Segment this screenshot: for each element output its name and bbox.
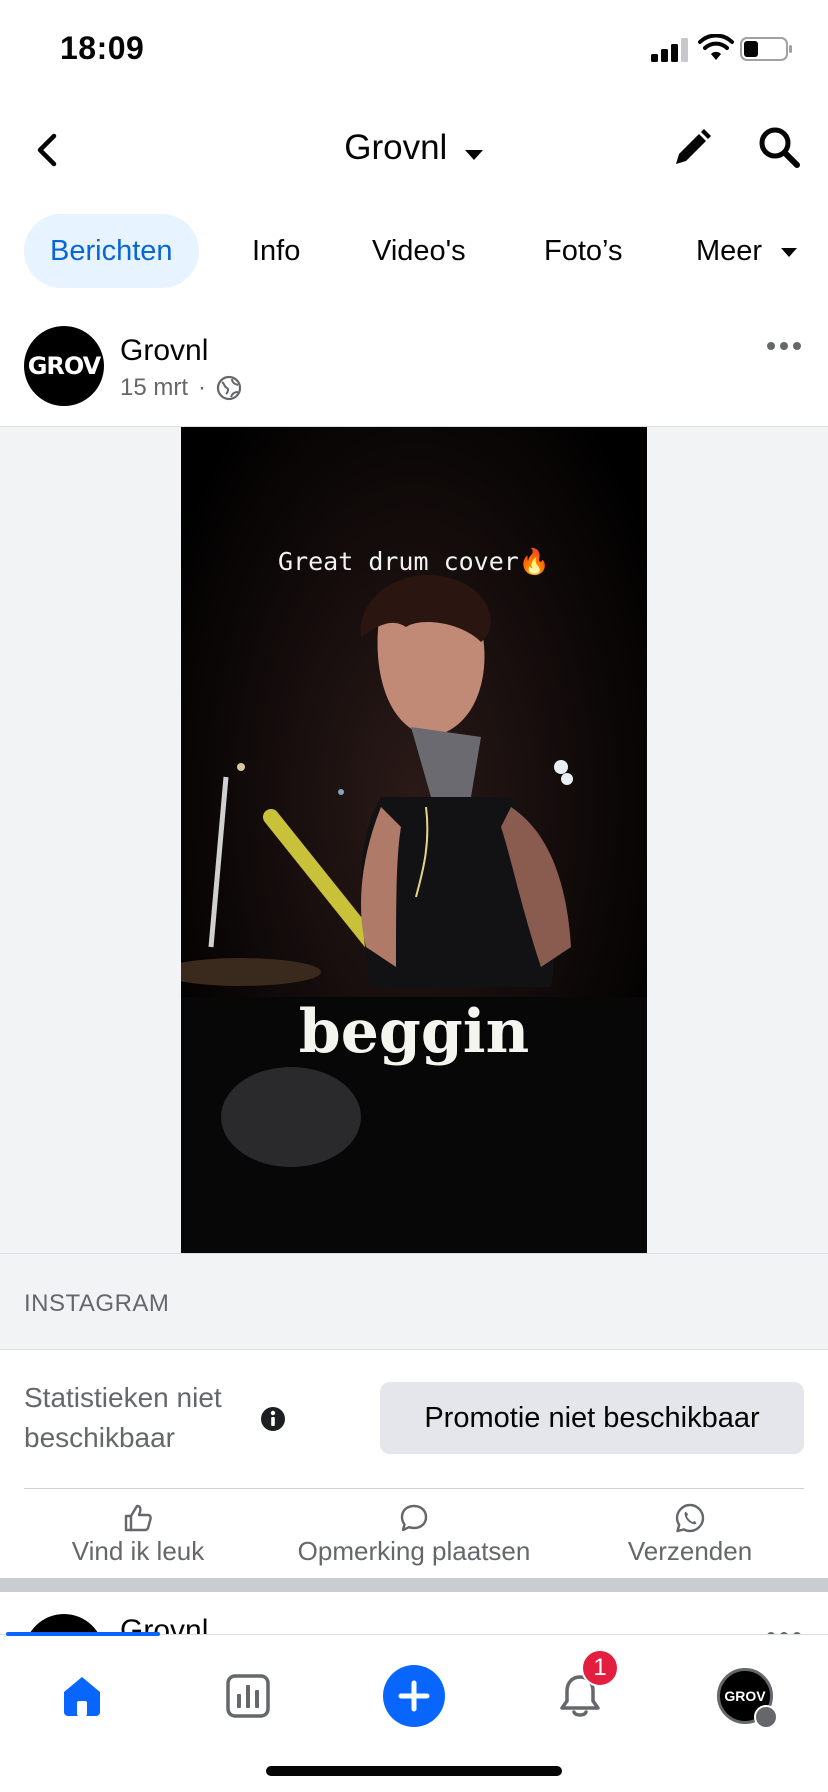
active-tab-indicator bbox=[6, 1632, 160, 1636]
post-insights: Statistieken niet beschikbaar Promotie n… bbox=[0, 1350, 828, 1488]
tab-videos[interactable]: Video's bbox=[372, 214, 466, 288]
like-icon bbox=[124, 1504, 152, 1532]
feed-separator bbox=[0, 1578, 828, 1592]
whatsapp-icon bbox=[675, 1503, 705, 1533]
home-icon bbox=[64, 1677, 100, 1716]
divider bbox=[24, 1488, 804, 1489]
page-tabs: Berichten Info Video's Foto’s Meer bbox=[0, 214, 828, 288]
insights-tab[interactable] bbox=[213, 1661, 283, 1731]
comment-label: Opmerking plaatsen bbox=[297, 1536, 531, 1566]
source-label: INSTAGRAM bbox=[24, 1290, 170, 1317]
promotion-button[interactable]: Promotie niet beschikbaar bbox=[380, 1382, 804, 1454]
edit-pencil-button[interactable] bbox=[670, 126, 714, 170]
video-song-title: beggin bbox=[298, 997, 530, 1067]
profile-avatar-text: GROV bbox=[724, 1688, 766, 1704]
post-date[interactable]: 15 mrt bbox=[120, 374, 188, 402]
post-media: Great drum cover🔥 beggin bbox=[0, 426, 828, 1254]
status-time: 18:09 bbox=[60, 30, 145, 66]
tab-fotos[interactable]: Foto’s bbox=[544, 214, 622, 288]
notifications-tab[interactable]: 1 bbox=[545, 1649, 619, 1731]
send-button[interactable]: Verzenden bbox=[552, 1492, 828, 1578]
comment-icon bbox=[400, 1504, 428, 1532]
like-button[interactable]: Vind ik leuk bbox=[0, 1492, 276, 1578]
caret-down-icon bbox=[781, 247, 798, 257]
post-source[interactable]: INSTAGRAM bbox=[0, 1254, 828, 1350]
comment-button[interactable]: Opmerking plaatsen bbox=[276, 1492, 552, 1578]
globe-icon bbox=[216, 375, 242, 401]
caret-down-icon bbox=[464, 149, 483, 160]
bar-chart-icon bbox=[226, 1674, 270, 1718]
tab-meer-label: Meer bbox=[696, 235, 763, 267]
post-author[interactable]: Grovnl bbox=[120, 334, 208, 368]
profile-menu-tab[interactable]: GROV bbox=[710, 1661, 780, 1731]
video-caption: Great drum cover🔥 bbox=[278, 547, 550, 576]
send-label: Verzenden bbox=[627, 1536, 753, 1566]
wifi-icon bbox=[698, 34, 734, 60]
insights-status: Statistieken niet beschikbaar bbox=[24, 1382, 222, 1453]
tab-meer[interactable]: Meer bbox=[696, 214, 798, 288]
home-tab[interactable] bbox=[47, 1661, 117, 1731]
post-meta: 15 mrt · bbox=[120, 374, 242, 402]
page-title: Grovnl bbox=[344, 128, 448, 167]
meta-separator: · bbox=[198, 374, 207, 401]
like-label: Vind ik leuk bbox=[71, 1536, 205, 1566]
cellular-signal-icon bbox=[651, 38, 688, 62]
post-actions: Vind ik leuk Opmerking plaatsen Verzende… bbox=[0, 1492, 828, 1578]
create-tab[interactable] bbox=[379, 1661, 449, 1731]
next-post: Grovnl bbox=[0, 1592, 828, 1636]
create-button bbox=[383, 1665, 445, 1727]
menu-icon bbox=[754, 1705, 778, 1729]
status-bar: 18:09 bbox=[0, 0, 828, 100]
info-icon[interactable] bbox=[260, 1406, 286, 1432]
nav-bar: Grovnl bbox=[0, 110, 828, 190]
tab-info[interactable]: Info bbox=[252, 214, 300, 288]
search-button[interactable] bbox=[756, 124, 802, 170]
tab-berichten[interactable]: Berichten bbox=[24, 214, 199, 288]
plus-icon bbox=[398, 1680, 430, 1712]
battery-icon bbox=[740, 37, 792, 61]
profile-avatar: GROV bbox=[717, 1668, 778, 1729]
notification-badge: 1 bbox=[581, 1649, 619, 1687]
more-options-button[interactable] bbox=[766, 340, 802, 352]
post-header: GROV Grovnl 15 mrt · bbox=[0, 322, 828, 412]
author-avatar[interactable]: GROV bbox=[24, 326, 104, 406]
home-indicator bbox=[266, 1766, 562, 1776]
video-player[interactable]: Great drum cover🔥 beggin bbox=[181, 427, 647, 1253]
